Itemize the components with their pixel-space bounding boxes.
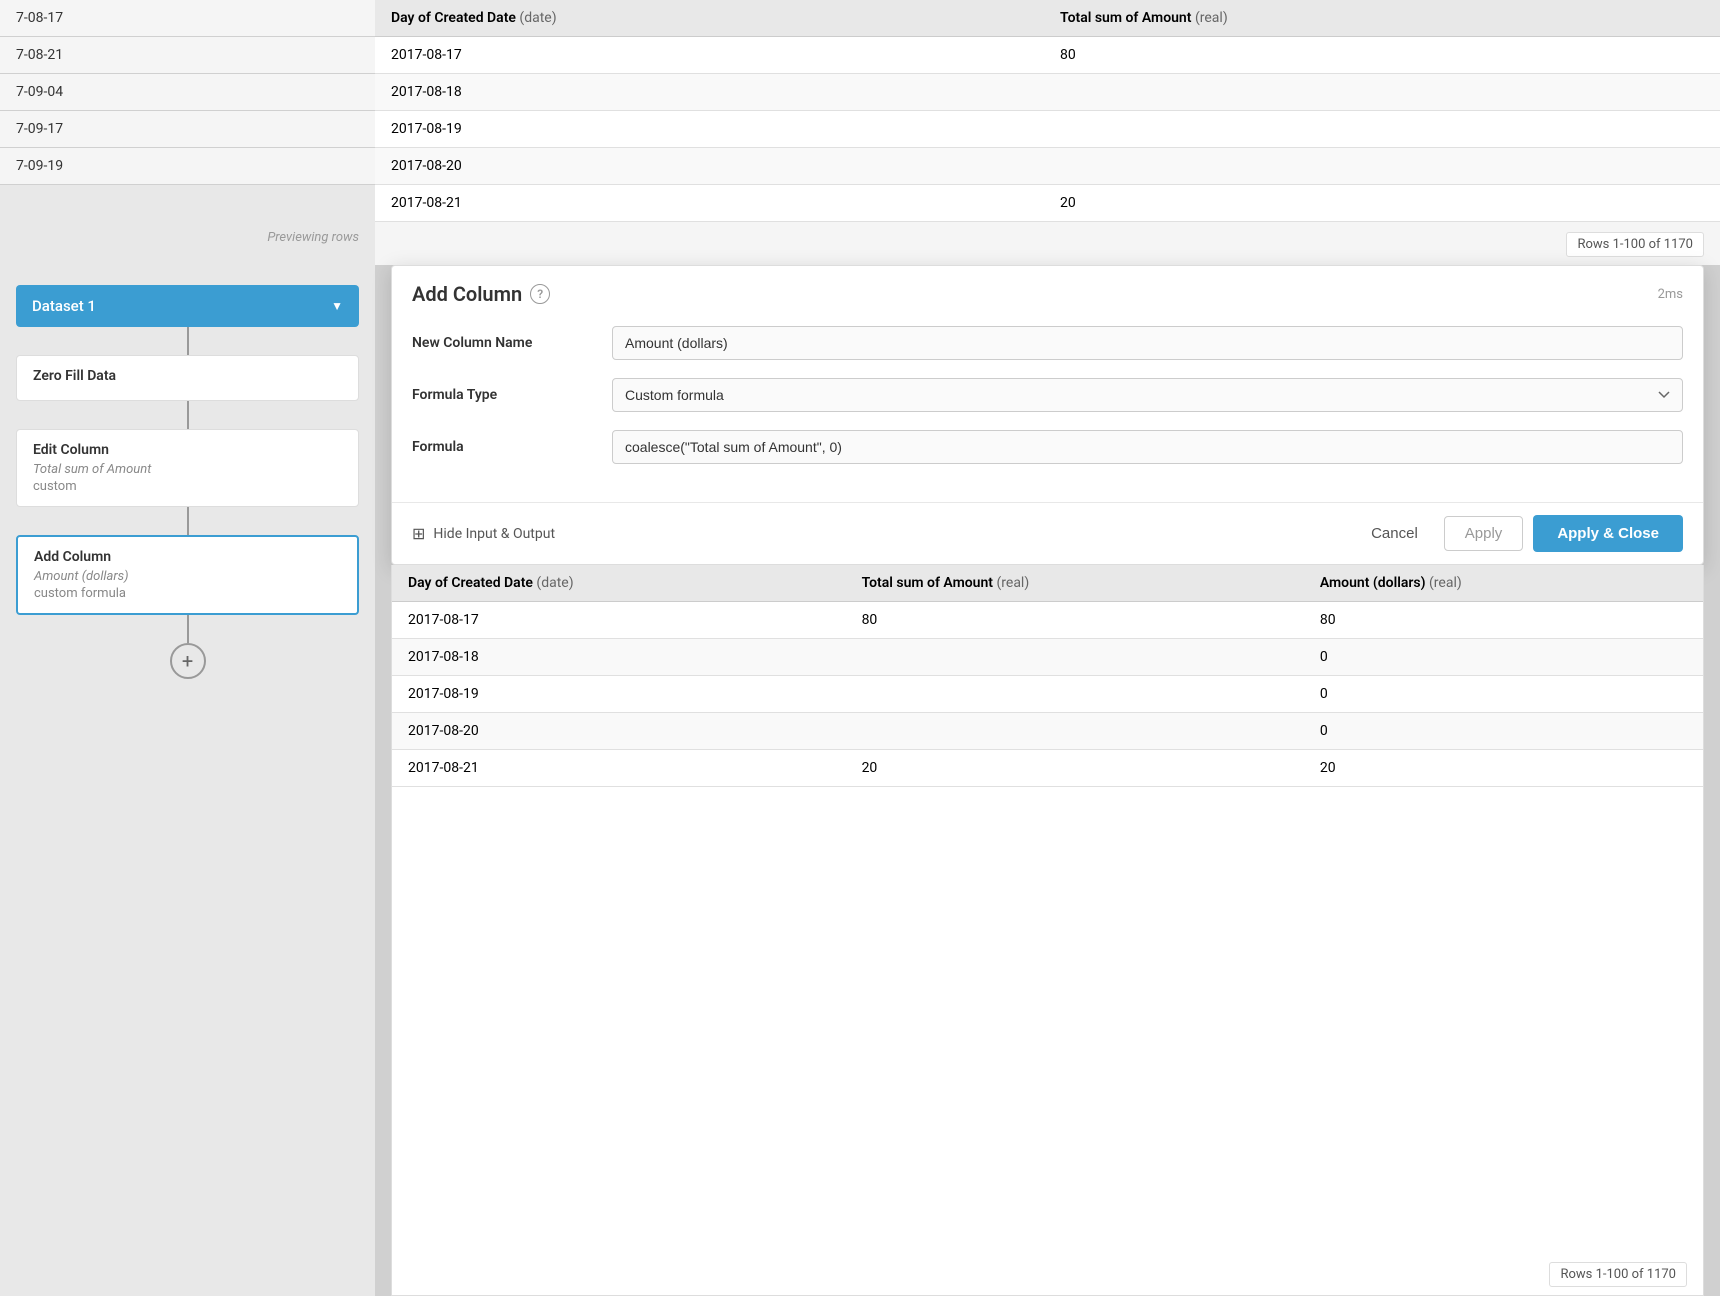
out-col-total-header: Total sum of Amount (real) bbox=[846, 565, 1304, 602]
sidebar-date-row-1: 7-08-17 bbox=[0, 0, 375, 37]
modal-overlay: Add Column ? 2ms New Column Name Formula… bbox=[375, 0, 1720, 1296]
out-date-cell: 2017-08-19 bbox=[392, 676, 846, 713]
formula-row: Formula bbox=[412, 430, 1683, 464]
out-total-cell bbox=[846, 639, 1304, 676]
modal-title-area: Add Column ? bbox=[412, 282, 550, 306]
out-col-date-header: Day of Created Date (date) bbox=[392, 565, 846, 602]
modal-footer: ⊞ Hide Input & Output Cancel Apply Apply… bbox=[392, 502, 1703, 564]
zero-fill-node[interactable]: Zero Fill Data bbox=[16, 355, 359, 401]
connector-line-2 bbox=[187, 401, 189, 429]
dropdown-arrow-icon: ▼ bbox=[331, 299, 343, 313]
add-column-modal: Add Column ? 2ms New Column Name Formula… bbox=[391, 265, 1704, 565]
out-total-cell bbox=[846, 713, 1304, 750]
out-date-cell: 2017-08-18 bbox=[392, 639, 846, 676]
modal-body: New Column Name Formula Type Custom form… bbox=[392, 318, 1703, 502]
connector-line-4 bbox=[187, 615, 189, 643]
connector-line-3 bbox=[187, 507, 189, 535]
footer-actions: Cancel Apply Apply & Close bbox=[1355, 515, 1683, 552]
out-col-amount-header: Amount (dollars) (real) bbox=[1304, 565, 1703, 602]
output-rows-indicator: Rows 1-100 of 1170 bbox=[1549, 1262, 1687, 1287]
modal-header: Add Column ? 2ms bbox=[392, 266, 1703, 318]
add-node-button[interactable]: + bbox=[170, 643, 206, 679]
sidebar-date-row-4: 7-09-17 bbox=[0, 111, 375, 148]
table-row: 2017-08-19 0 bbox=[392, 676, 1703, 713]
output-table-area: Day of Created Date (date) Total sum of … bbox=[391, 565, 1704, 1296]
formula-type-select[interactable]: Custom formula bbox=[612, 378, 1683, 412]
sidebar-date-row-5: 7-09-19 bbox=[0, 148, 375, 185]
out-amount-cell: 0 bbox=[1304, 676, 1703, 713]
out-date-cell: 2017-08-20 bbox=[392, 713, 846, 750]
table-row: 2017-08-20 0 bbox=[392, 713, 1703, 750]
table-icon: ⊞ bbox=[412, 524, 425, 543]
column-name-input[interactable] bbox=[612, 326, 1683, 360]
column-name-label: New Column Name bbox=[412, 335, 612, 351]
out-date-cell: 2017-08-21 bbox=[392, 750, 846, 787]
formula-input[interactable] bbox=[612, 430, 1683, 464]
edit-column-node[interactable]: Edit Column Total sum of Amount custom bbox=[16, 429, 359, 507]
sidebar-date-row-3: 7-09-04 bbox=[0, 74, 375, 111]
edit-column-type: custom bbox=[33, 479, 342, 494]
output-table: Day of Created Date (date) Total sum of … bbox=[392, 565, 1703, 787]
help-icon[interactable]: ? bbox=[530, 284, 550, 304]
out-total-cell bbox=[846, 676, 1304, 713]
apply-button[interactable]: Apply bbox=[1444, 516, 1524, 551]
formula-type-label: Formula Type bbox=[412, 387, 612, 403]
column-name-row: New Column Name bbox=[412, 326, 1683, 360]
formula-label: Formula bbox=[412, 439, 612, 455]
zero-fill-title: Zero Fill Data bbox=[33, 368, 342, 384]
apply-close-button[interactable]: Apply & Close bbox=[1533, 515, 1683, 552]
out-date-cell: 2017-08-17 bbox=[392, 602, 846, 639]
connector-line-1 bbox=[187, 327, 189, 355]
cancel-button[interactable]: Cancel bbox=[1355, 517, 1434, 550]
hide-input-output-toggle[interactable]: ⊞ Hide Input & Output bbox=[412, 524, 1343, 543]
hide-io-label: Hide Input & Output bbox=[433, 526, 555, 542]
modal-timing: 2ms bbox=[1658, 287, 1683, 302]
dataset-node[interactable]: Dataset 1 ▼ bbox=[16, 285, 359, 327]
add-column-subtitle: Amount (dollars) bbox=[34, 569, 341, 584]
edit-column-subtitle: Total sum of Amount bbox=[33, 462, 342, 477]
table-row: 2017-08-21 20 20 bbox=[392, 750, 1703, 787]
out-amount-cell: 0 bbox=[1304, 639, 1703, 676]
edit-column-title: Edit Column bbox=[33, 442, 342, 458]
pipeline: Dataset 1 ▼ Zero Fill Data Edit Column T… bbox=[0, 265, 375, 1296]
table-row: 2017-08-17 80 80 bbox=[392, 602, 1703, 639]
previewing-rows-text: Previewing rows bbox=[267, 230, 359, 245]
out-amount-cell: 20 bbox=[1304, 750, 1703, 787]
sidebar-top-dates: 7-08-17 7-08-21 7-09-04 7-09-17 7-09-19 … bbox=[0, 0, 375, 265]
formula-type-row: Formula Type Custom formula bbox=[412, 378, 1683, 412]
out-total-cell: 20 bbox=[846, 750, 1304, 787]
out-total-cell: 80 bbox=[846, 602, 1304, 639]
sidebar: 7-08-17 7-08-21 7-09-04 7-09-17 7-09-19 … bbox=[0, 0, 375, 1296]
modal-title-text: Add Column bbox=[412, 282, 522, 306]
sidebar-date-row-2: 7-08-21 bbox=[0, 37, 375, 74]
out-amount-cell: 80 bbox=[1304, 602, 1703, 639]
add-column-type: custom formula bbox=[34, 586, 341, 601]
table-row: 2017-08-18 0 bbox=[392, 639, 1703, 676]
add-column-title: Add Column bbox=[34, 549, 341, 565]
dataset-label: Dataset 1 bbox=[32, 297, 96, 315]
out-amount-cell: 0 bbox=[1304, 713, 1703, 750]
add-column-node[interactable]: Add Column Amount (dollars) custom formu… bbox=[16, 535, 359, 615]
